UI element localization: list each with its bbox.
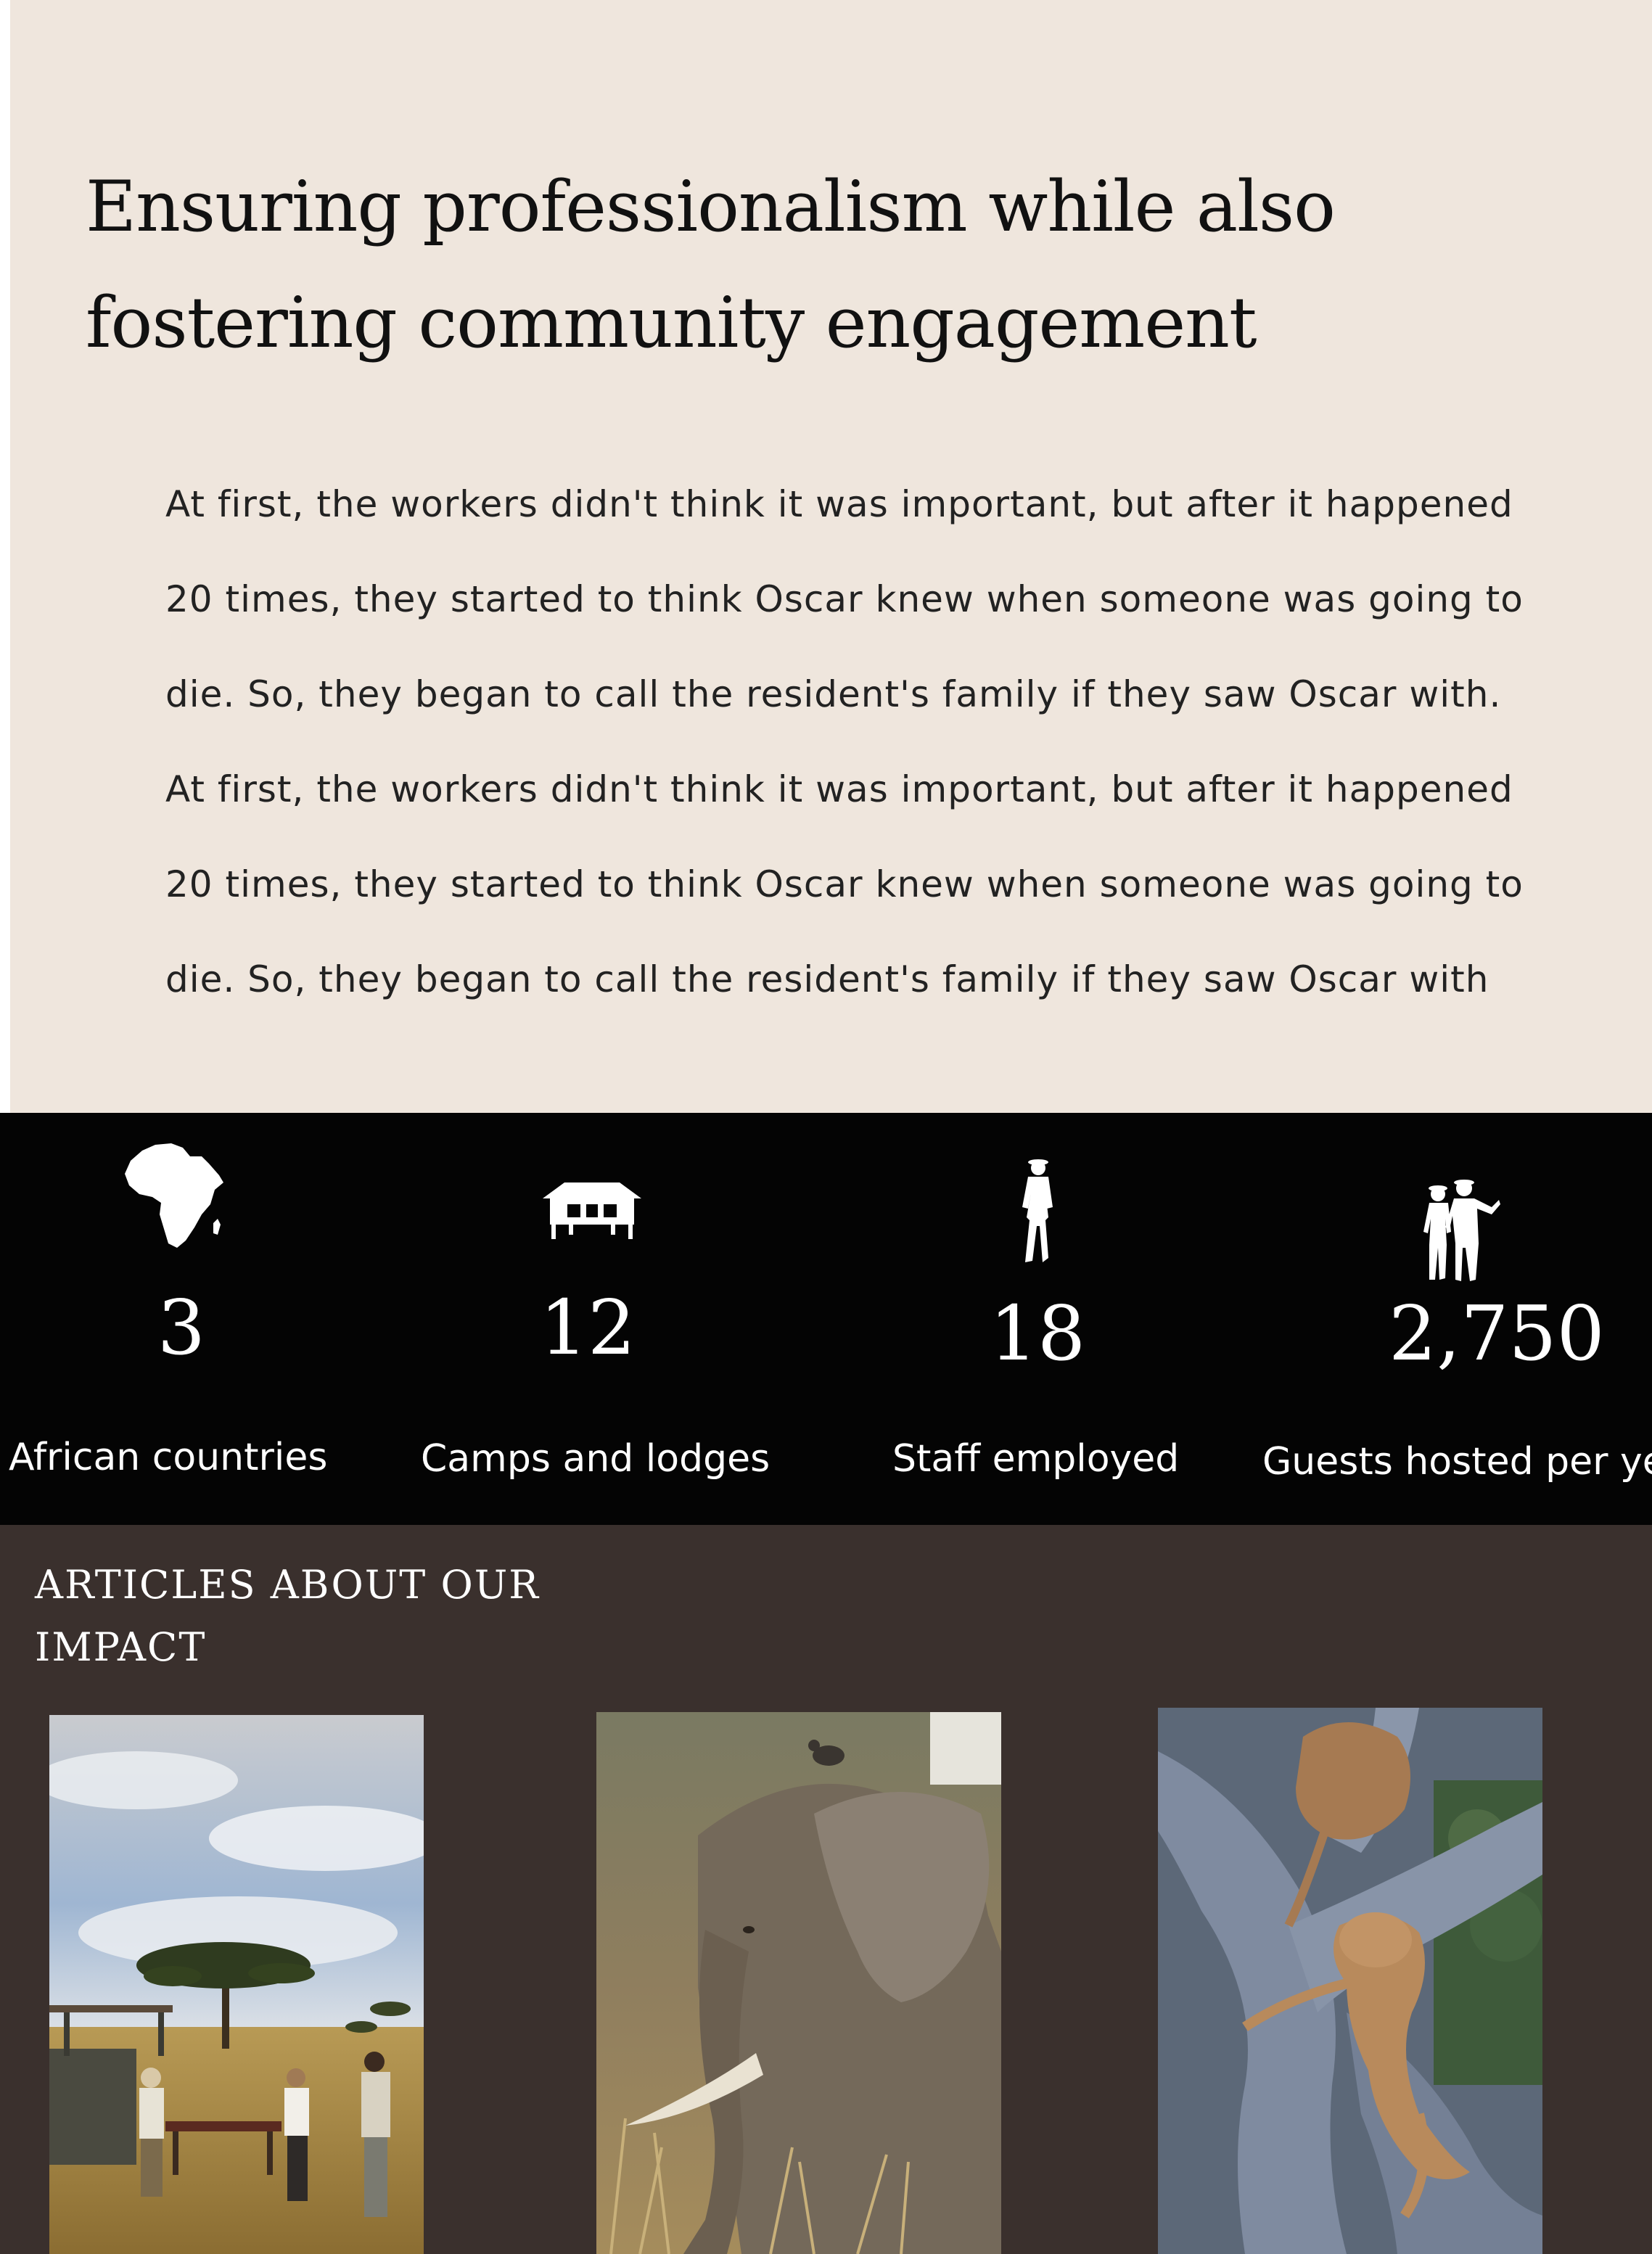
intro-heading: Ensuring professionalism while also fost… [86,166,1336,363]
stats-band: 3 African countries 12 Camps and lodges … [0,1113,1652,1525]
stat-staff: 18 Staff employed [842,1113,1248,1525]
articles-heading-line: IMPACT [35,1624,207,1670]
articles-heading-line: ARTICLES ABOUT OUR [35,1562,540,1608]
intro-body-line: 20 times, they started to think Oscar kn… [165,863,1524,905]
intro-body-line: At first, the workers didn't think it wa… [165,768,1513,810]
intro-body-line: 20 times, they started to think Oscar kn… [165,578,1524,620]
stat-value: 18 [989,1289,1086,1378]
stat-label: Guests hosted per yea [1262,1440,1652,1484]
stat-label: Staff employed [892,1437,1180,1481]
article-card[interactable] [596,1712,1001,2254]
lions-in-tree-photo [1158,1708,1542,2254]
intro-body-line: die. So, they began to call the resident… [165,958,1489,1000]
article-card[interactable] [1158,1708,1542,2254]
intro-body-line: die. So, they began to call the resident… [165,673,1502,715]
stat-value: 12 [539,1283,636,1372]
article-card[interactable] [49,1715,424,2254]
tent-lodge-icon [543,1182,641,1239]
stat-label: Camps and lodges [421,1437,770,1481]
intro-body: At first, the workers didn't think it wa… [165,457,1544,1027]
stat-label: African countries [9,1436,328,1479]
stat-value: 3 [157,1283,206,1372]
safari-picnic-savanna-photo [49,1715,424,2254]
stat-guests: 2,750 Guests hosted per yea [1255,1113,1652,1525]
stat-countries: 3 African countries [0,1113,377,1525]
stat-camps: 12 Camps and lodges [406,1113,813,1525]
africa-map-icon [125,1143,223,1248]
articles-heading: ARTICLES ABOUT OUR IMPACT [35,1554,586,1679]
staff-person-icon [1022,1159,1053,1262]
articles-section: ARTICLES ABOUT OUR IMPACT [0,1525,1652,2254]
intro-body-line: At first, the workers didn't think it wa… [165,483,1513,525]
elephant-with-bird-photo [596,1712,1001,2254]
stat-value: 2,750 [1389,1289,1605,1378]
intro-section: Ensuring professionalism while also fost… [10,0,1652,1113]
guests-people-icon [1423,1180,1500,1281]
